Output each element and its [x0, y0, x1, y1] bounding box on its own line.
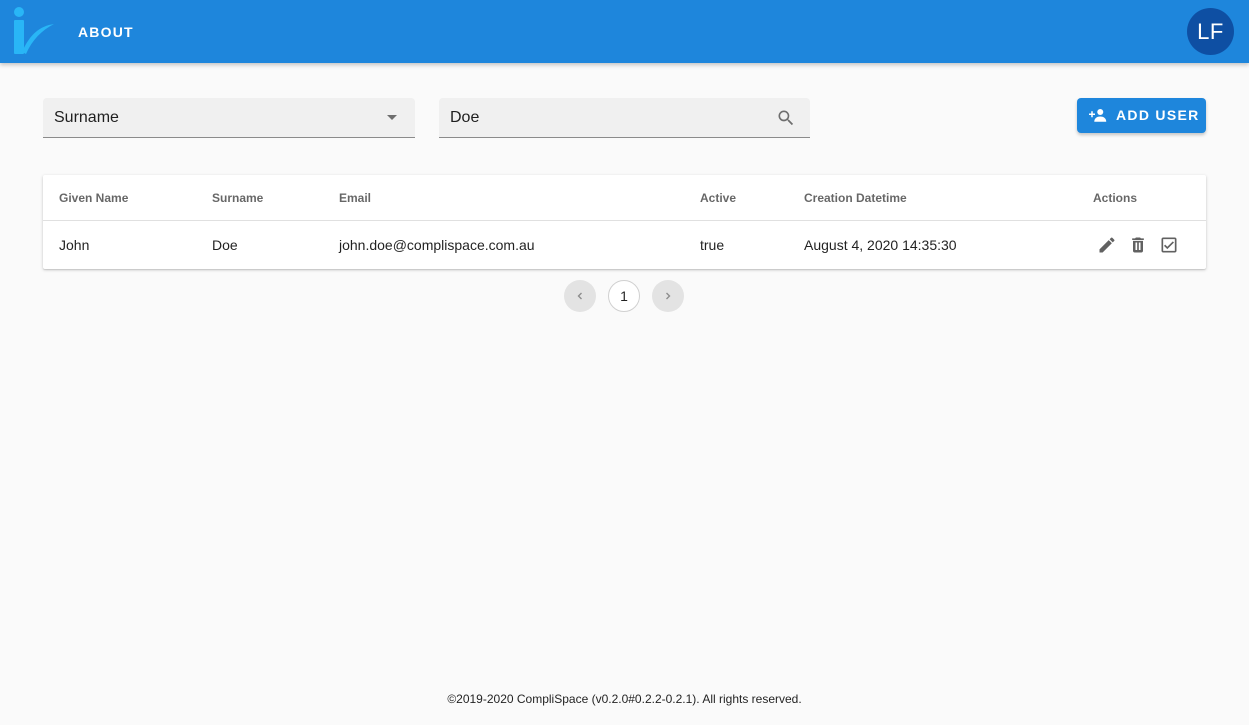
chevron-right-icon [666, 292, 671, 300]
user-avatar[interactable]: LF [1187, 8, 1234, 55]
column-header-given-name[interactable]: Given Name [59, 175, 128, 221]
delete-icon[interactable] [1128, 235, 1148, 255]
table-header-row: Given Name Surname Email Active Creation… [43, 175, 1206, 221]
next-page-button[interactable] [652, 280, 684, 312]
add-user-button[interactable]: ADD USER [1077, 98, 1206, 133]
cell-creation-datetime: August 4, 2020 14:35:30 [804, 237, 957, 253]
column-header-active[interactable]: Active [700, 175, 736, 221]
add-user-label: ADD USER [1116, 107, 1200, 123]
chevron-left-icon [577, 292, 582, 300]
column-header-creation-datetime[interactable]: Creation Datetime [804, 175, 907, 221]
cell-email: john.doe@complispace.com.au [339, 237, 535, 253]
previous-page-button[interactable] [564, 280, 596, 312]
cell-surname: Doe [212, 237, 238, 253]
cell-active: true [700, 237, 725, 253]
footer-copyright: ©2019-2020 CompliSpace (v0.2.0#0.2.2-0.2… [447, 692, 802, 706]
page-number-button[interactable]: 1 [608, 280, 640, 312]
chevron-down-icon[interactable] [386, 114, 398, 122]
person-add-icon [1089, 109, 1107, 122]
search-icon[interactable] [776, 108, 796, 128]
cell-given-name: John [59, 237, 90, 253]
table-row[interactable]: John Doe john.doe@complispace.com.au tru… [43, 221, 1206, 269]
filter-field-select[interactable]: Surname [43, 98, 415, 138]
filter-field-value: Surname [54, 109, 119, 126]
users-table: Given Name Surname Email Active Creation… [43, 175, 1206, 269]
column-header-surname[interactable]: Surname [212, 175, 263, 221]
column-header-email[interactable]: Email [339, 175, 371, 221]
app-bar: ABOUT LF [0, 0, 1249, 63]
activate-checkbox-icon[interactable] [1159, 235, 1179, 255]
app-logo-icon[interactable] [12, 6, 56, 56]
nav-about-link[interactable]: ABOUT [68, 18, 144, 46]
search-field[interactable]: Doe [439, 98, 810, 138]
column-header-actions: Actions [1093, 191, 1138, 205]
edit-icon[interactable] [1097, 235, 1117, 255]
search-input[interactable]: Doe [450, 98, 479, 138]
